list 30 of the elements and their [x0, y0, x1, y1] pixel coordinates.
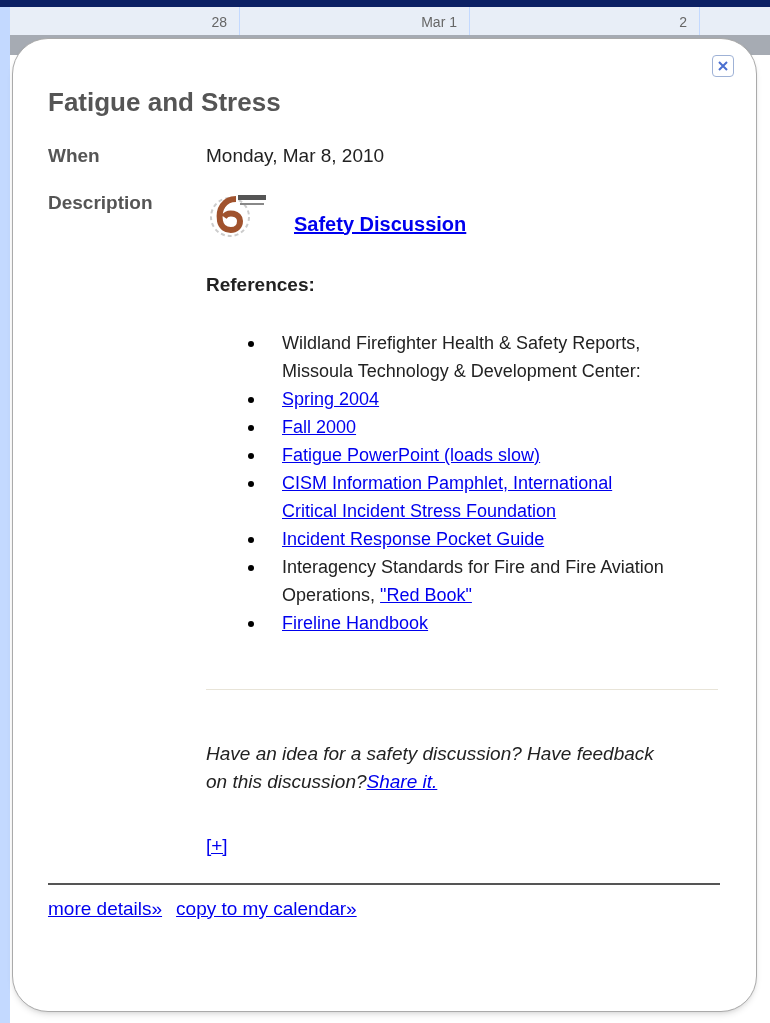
close-icon	[717, 60, 729, 72]
safety-discussion-link[interactable]: Safety Discussion	[294, 212, 467, 235]
reference-link[interactable]: "Red Book"	[380, 585, 472, 605]
reference-item: Wildland Firefighter Health & Safety Reports, Missoula Technology & Development Center:	[282, 332, 642, 383]
references-title: References:	[206, 272, 316, 297]
bullet-icon	[248, 425, 254, 431]
reference-link[interactable]: Spring 2004	[282, 385, 380, 413]
reference-link[interactable]: CISM Information Pamphlet, International Critical Incident Stress Foundation	[282, 469, 668, 525]
reference-link[interactable]: Fatigue PowerPoint (loads slow)	[282, 441, 541, 469]
bullet-icon	[248, 453, 254, 459]
bullet-icon	[248, 621, 254, 627]
reference-link[interactable]: Fireline Handbook	[282, 609, 429, 637]
feedback-text: Have an idea for a safety discussion? Have feedback on this discussion?Share it.	[206, 742, 655, 794]
bullet-icon	[248, 537, 254, 543]
share-link[interactable]: Share it.	[366, 771, 438, 792]
bullet-icon	[248, 397, 254, 403]
footer-link[interactable]: more details»	[48, 894, 163, 923]
expand-link[interactable]: [+]	[206, 835, 228, 856]
field-label: Description	[48, 190, 154, 215]
bullet-icon	[248, 565, 254, 571]
bullet-icon	[248, 341, 254, 347]
bullet-icon	[248, 481, 254, 487]
reference-link[interactable]: Fall 2000	[282, 413, 357, 441]
event-title: Fatigue and Stress	[48, 89, 282, 115]
field-label: When	[48, 144, 101, 168]
reference-item: Interagency Standards for Fire and Fire Aviation Operations, "Red Book"	[282, 556, 665, 607]
footer-link[interactable]: copy to my calendar»	[176, 894, 357, 923]
field-value: Monday, Mar 8, 2010	[206, 144, 386, 168]
reference-link[interactable]: Incident Response Pocket Guide	[282, 525, 545, 553]
close-button[interactable]	[712, 55, 734, 77]
